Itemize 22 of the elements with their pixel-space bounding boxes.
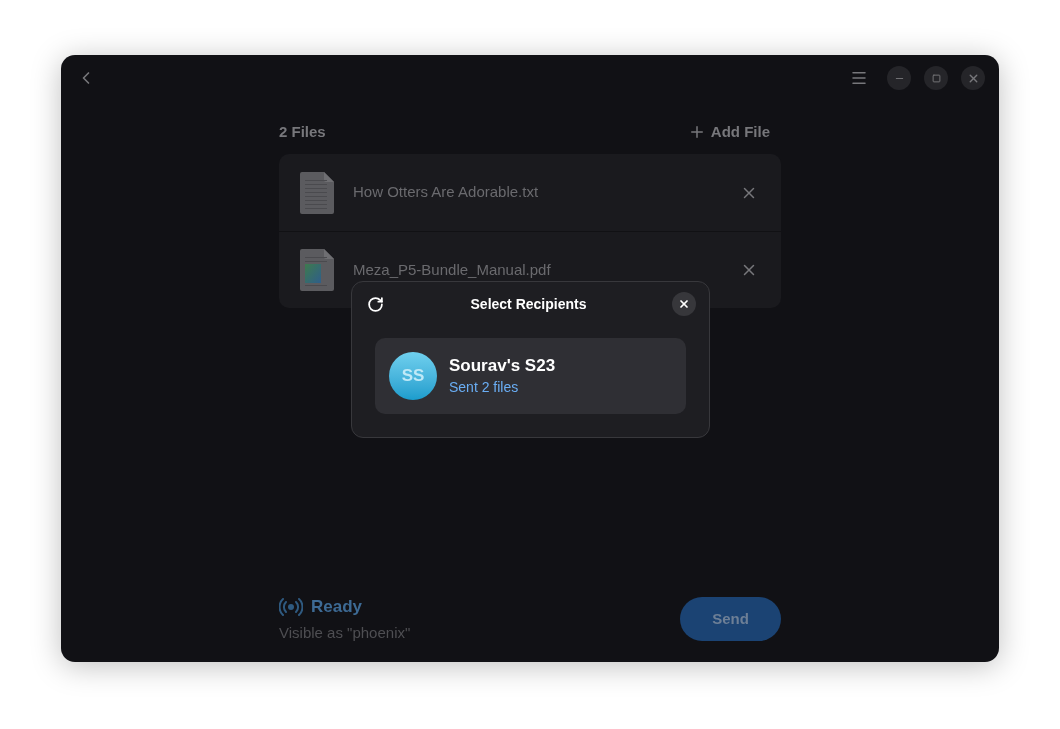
status-subtitle: Visible as "phoenix" bbox=[279, 622, 411, 643]
device-status: Sent 2 files bbox=[449, 378, 520, 397]
file-icon bbox=[300, 171, 334, 214]
menu-icon bbox=[850, 69, 868, 87]
maximize-button[interactable] bbox=[924, 66, 948, 90]
file-icon bbox=[300, 249, 334, 291]
status-title: Ready bbox=[311, 596, 363, 618]
refresh-icon bbox=[366, 295, 384, 313]
close-button[interactable] bbox=[961, 66, 985, 90]
send-button[interactable]: Send bbox=[680, 597, 781, 641]
files-count: 2 Files bbox=[279, 121, 326, 142]
close-icon bbox=[678, 298, 690, 310]
dialog-title: Select Recipients bbox=[470, 294, 587, 314]
device-card[interactable]: SS Sourav's S23 Sent 2 files bbox=[375, 338, 686, 414]
maximize-icon bbox=[931, 73, 941, 83]
file-name: Meza_P5-Bundle_Manual.pdf bbox=[353, 259, 552, 280]
device-avatar: SS bbox=[389, 352, 437, 400]
add-file-button[interactable]: Add File bbox=[687, 120, 781, 144]
signal-icon bbox=[279, 596, 303, 617]
file-name: How Otters Are Adorable.txt bbox=[353, 182, 540, 203]
device-name: Sourav's S23 bbox=[449, 355, 556, 377]
dialog-close-button[interactable] bbox=[672, 292, 696, 316]
